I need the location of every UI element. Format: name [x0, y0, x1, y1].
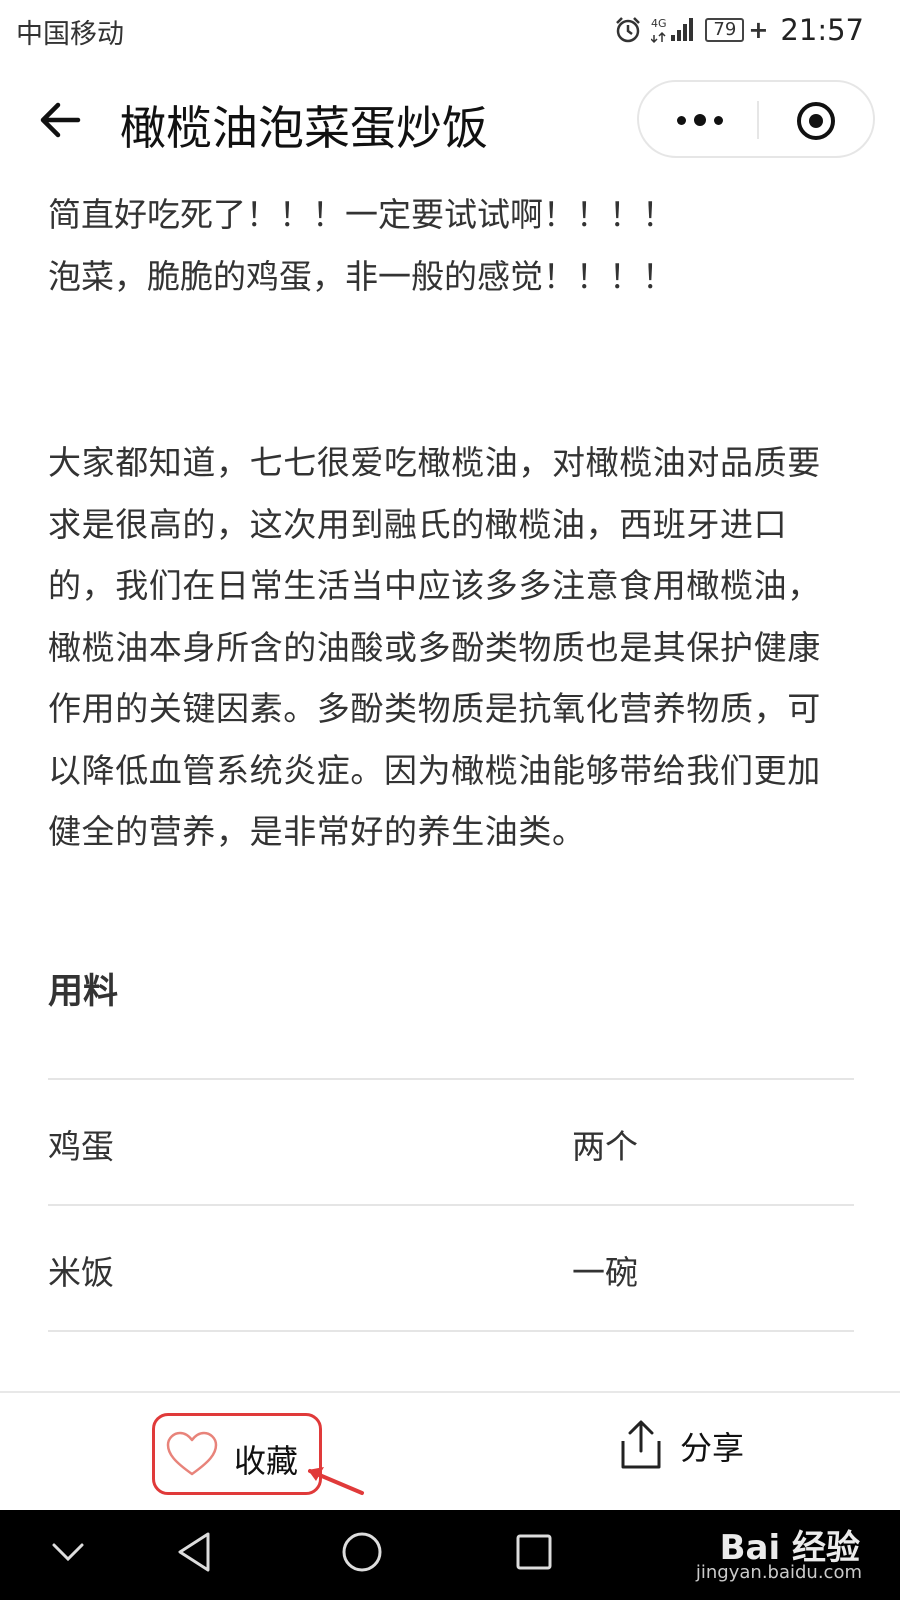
more-dot — [677, 115, 686, 125]
ingredient-quantity: 两个 — [572, 1126, 638, 1166]
more-dot — [694, 114, 706, 126]
description-line: 的，我们在日常生活当中应该多多注意食用橄榄油， — [48, 566, 821, 605]
ingredients-table: 鸡蛋 两个 米饭 一碗 — [48, 1077, 854, 1332]
more-button[interactable] — [669, 100, 731, 140]
description-line: 橄榄油本身所含的油酸或多酚类物质也是其保护健康 — [48, 627, 821, 667]
battery-indicator: 79 + — [705, 16, 768, 44]
status-bar: 中国移动 4G 79 + 21:57 — [0, 0, 900, 62]
ingredient-name: 米饭 — [48, 1252, 114, 1292]
description-line: 求是很高的，这次用到融氏的橄榄油，西班牙进口 — [48, 504, 788, 544]
share-button[interactable]: 分享 — [618, 1415, 758, 1475]
close-target-icon[interactable] — [794, 99, 838, 143]
watermark-url: jingyan.baidu.com — [695, 1562, 862, 1583]
description-line: 大家都知道，七七很爱吃橄榄油，对橄榄油对品质要 — [48, 443, 821, 482]
ingredient-row: 米饭 一碗 — [48, 1206, 854, 1332]
status-icons: 4G 79 + 21:57 — [613, 10, 864, 50]
home-circle-icon[interactable] — [340, 1530, 384, 1574]
svg-text:4G: 4G — [651, 17, 667, 30]
chevron-down-icon[interactable] — [50, 1540, 86, 1564]
charging-icon: + — [748, 16, 769, 44]
ingredient-name: 鸡蛋 — [48, 1126, 114, 1166]
back-triangle-icon[interactable] — [174, 1530, 214, 1574]
system-nav-bar: Bai 经验 jingyan.baidu.com — [0, 1510, 900, 1600]
clock: 21:57 — [780, 13, 864, 47]
favorite-label: 收藏 — [234, 1442, 299, 1480]
description-line: 以降低血管系统炎症。因为橄榄油能够带给我们更加 — [48, 750, 821, 790]
annotation-arrow-icon — [308, 1467, 364, 1495]
description-line: 作用的关键因素。多酚类物质是抗氧化营养物质，可 — [48, 689, 821, 728]
signal-4g-icon: 4G — [651, 17, 694, 44]
battery-level: 79 — [705, 18, 745, 42]
intro-text: 简直好吃死了！！！一定要试试啊！！！！ 泡菜，脆脆的鸡蛋，非一般的感觉！！！！ — [48, 184, 858, 308]
more-dot — [714, 115, 723, 125]
miniprogram-capsule — [637, 80, 875, 158]
intro-line: 泡菜，脆脆的鸡蛋，非一般的感觉！！！！ — [48, 257, 675, 296]
carrier-name: 中国移动 — [16, 19, 124, 50]
recents-square-icon[interactable] — [514, 1532, 554, 1572]
recipe-content: 简直好吃死了！！！一定要试试啊！！！！ 泡菜，脆脆的鸡蛋，非一般的感觉！！！！ … — [48, 178, 858, 1391]
bottom-action-bar: 收藏 分享 — [0, 1391, 900, 1510]
favorite-button[interactable]: 收藏 — [152, 1413, 322, 1495]
ingredients-heading: 用料 — [48, 971, 119, 1012]
share-label: 分享 — [680, 1429, 745, 1467]
intro-line: 简直好吃死了！！！一定要试试啊！！！！ — [48, 195, 675, 234]
heart-icon — [166, 1431, 218, 1476]
share-icon — [621, 1420, 661, 1469]
ingredient-row: 鸡蛋 两个 — [48, 1080, 854, 1206]
description-text: 大家都知道，七七很爱吃橄榄油，对橄榄油对品质要 求是很高的，这次用到融氏的橄榄油… — [48, 432, 858, 863]
ingredient-quantity: 一碗 — [572, 1252, 638, 1292]
alarm-clock-icon — [616, 17, 641, 43]
page-title: 橄榄油泡菜蛋炒饭 — [120, 101, 488, 155]
description-line: 健全的营养，是非常好的养生油类。 — [48, 812, 586, 851]
capsule-divider — [757, 101, 759, 139]
back-arrow-icon[interactable] — [38, 98, 82, 142]
nav-bar: 橄榄油泡菜蛋炒饭 — [0, 62, 900, 177]
